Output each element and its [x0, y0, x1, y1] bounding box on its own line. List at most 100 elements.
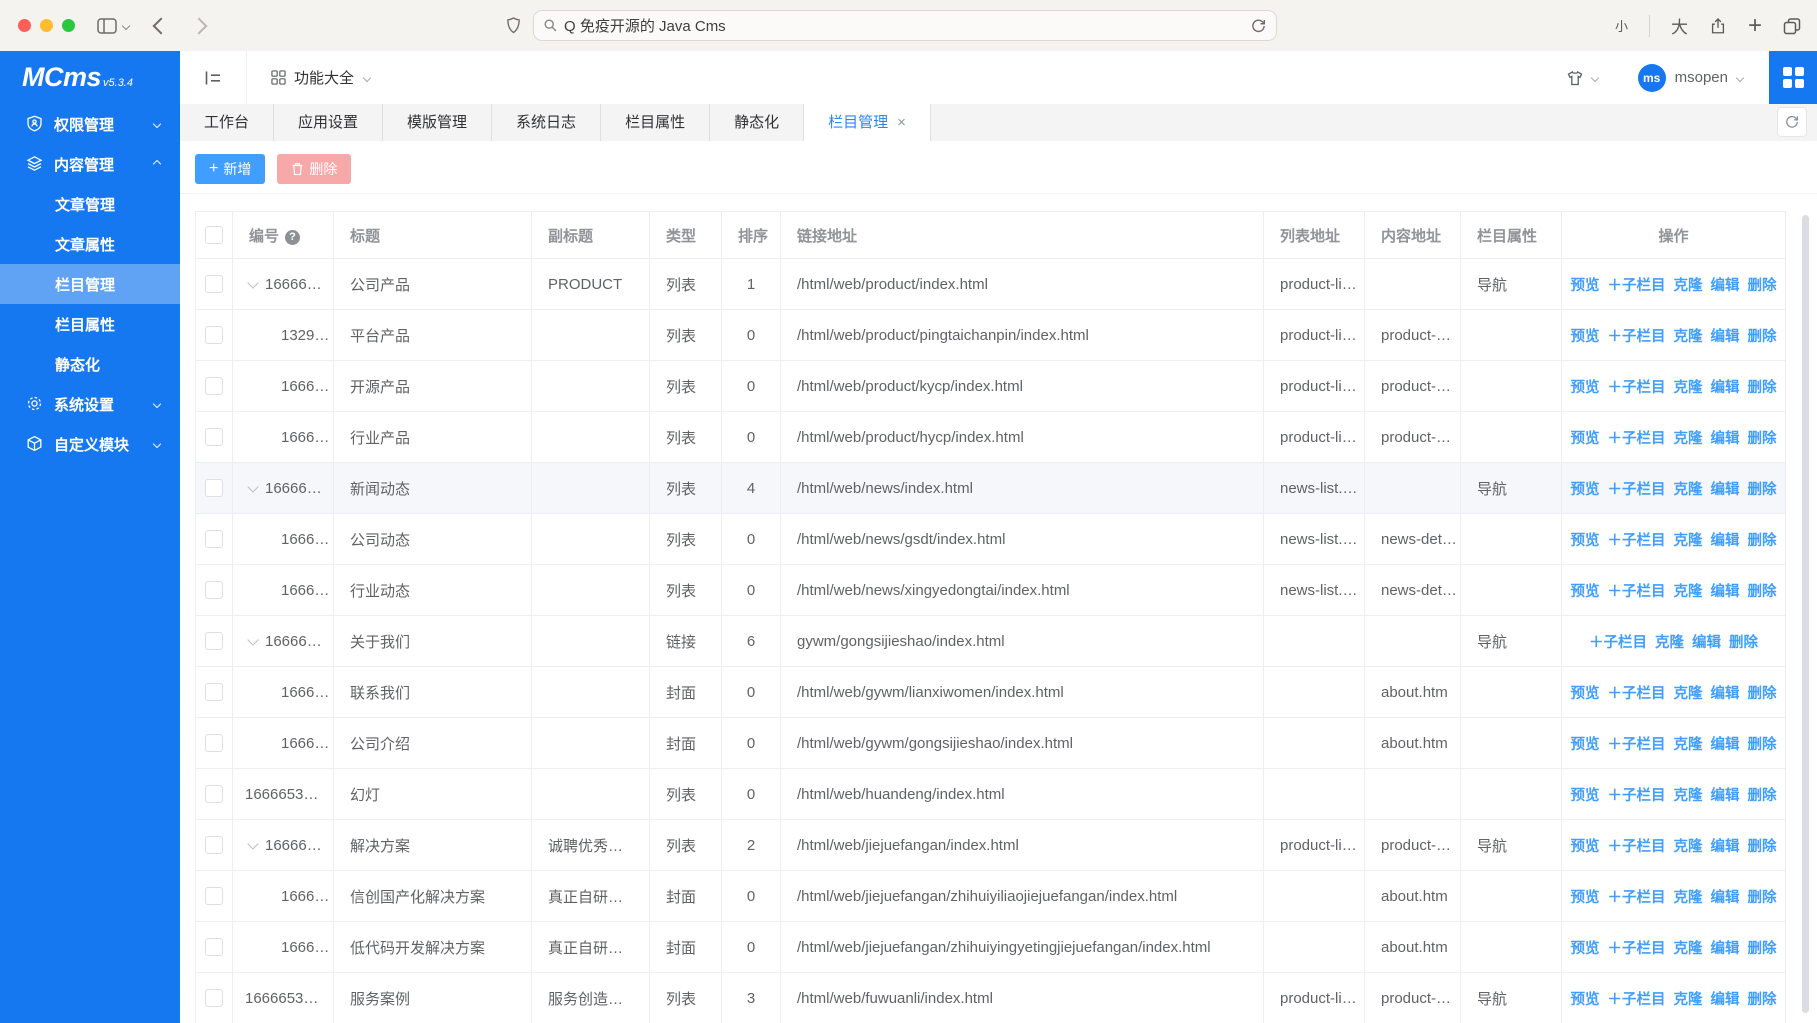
action-link[interactable]: 预览 — [1571, 584, 1600, 600]
row-checkbox[interactable] — [205, 275, 223, 293]
action-link[interactable]: 编辑 — [1711, 584, 1740, 600]
action-link[interactable]: ＋子栏目 — [1608, 941, 1666, 957]
close-window-button[interactable] — [18, 19, 31, 32]
action-link[interactable]: ＋子栏目 — [1608, 992, 1666, 1008]
sidebar-item-column-management[interactable]: 栏目管理 — [0, 264, 180, 304]
action-link[interactable]: ＋子栏目 — [1608, 482, 1666, 498]
action-link[interactable]: 预览 — [1571, 431, 1600, 447]
collapse-sidebar-button[interactable] — [180, 51, 247, 104]
action-link[interactable]: 预览 — [1571, 686, 1600, 702]
privacy-shield-icon[interactable] — [506, 17, 521, 34]
tab-item[interactable]: 栏目属性 — [601, 104, 710, 141]
sidebar-toggle-button[interactable] — [97, 18, 129, 34]
expand-chevron-icon[interactable] — [247, 481, 258, 492]
action-link[interactable]: ＋子栏目 — [1589, 635, 1647, 651]
action-link[interactable]: 预览 — [1571, 278, 1600, 294]
action-link[interactable]: ＋子栏目 — [1608, 278, 1666, 294]
action-link[interactable]: 克隆 — [1674, 482, 1703, 498]
action-link[interactable]: 预览 — [1571, 329, 1600, 345]
action-link[interactable]: 预览 — [1571, 482, 1600, 498]
action-link[interactable]: 编辑 — [1711, 737, 1740, 753]
action-link[interactable]: 删除 — [1748, 278, 1777, 294]
action-link[interactable]: 编辑 — [1711, 482, 1740, 498]
action-link[interactable]: 编辑 — [1711, 839, 1740, 855]
action-link[interactable]: ＋子栏目 — [1608, 788, 1666, 804]
row-checkbox[interactable] — [205, 938, 223, 956]
action-link[interactable]: 编辑 — [1711, 329, 1740, 345]
action-link[interactable]: ＋子栏目 — [1608, 380, 1666, 396]
action-link[interactable]: 克隆 — [1674, 839, 1703, 855]
action-link[interactable]: 预览 — [1571, 737, 1600, 753]
row-checkbox[interactable] — [205, 734, 223, 752]
tab-item[interactable]: 系统日志 — [492, 104, 601, 141]
row-checkbox[interactable] — [205, 581, 223, 599]
sidebar-item-custom-modules[interactable]: 自定义模块 — [0, 424, 180, 464]
help-icon[interactable]: ? — [285, 230, 300, 245]
action-link[interactable]: 删除 — [1748, 584, 1777, 600]
action-link[interactable]: 编辑 — [1711, 431, 1740, 447]
action-link[interactable]: 删除 — [1748, 380, 1777, 396]
minimize-window-button[interactable] — [40, 19, 53, 32]
action-link[interactable]: 删除 — [1748, 686, 1777, 702]
action-link[interactable]: ＋子栏目 — [1608, 584, 1666, 600]
apps-grid-button[interactable] — [1769, 51, 1817, 104]
action-link[interactable]: 预览 — [1571, 533, 1600, 549]
tab-item[interactable]: 模版管理 — [383, 104, 492, 141]
action-link[interactable]: 编辑 — [1711, 941, 1740, 957]
action-link[interactable]: 预览 — [1571, 380, 1600, 396]
action-link[interactable]: 删除 — [1748, 890, 1777, 906]
action-link[interactable]: 删除 — [1748, 431, 1777, 447]
table-scrollbar[interactable] — [1802, 215, 1809, 1013]
sidebar-item-article-attributes[interactable]: 文章属性 — [0, 224, 180, 264]
reload-icon[interactable] — [1251, 18, 1266, 34]
text-larger-button[interactable]: 大 — [1671, 13, 1688, 38]
sidebar-item-permissions[interactable]: 权限管理 — [0, 104, 180, 144]
forward-button[interactable] — [191, 17, 208, 34]
action-link[interactable]: 删除 — [1748, 941, 1777, 957]
action-link[interactable]: 克隆 — [1674, 941, 1703, 957]
action-link[interactable]: ＋子栏目 — [1608, 686, 1666, 702]
action-link[interactable]: 删除 — [1748, 788, 1777, 804]
expand-chevron-icon[interactable] — [247, 277, 258, 288]
row-checkbox[interactable] — [205, 326, 223, 344]
action-link[interactable]: 预览 — [1571, 890, 1600, 906]
action-link[interactable]: 编辑 — [1711, 788, 1740, 804]
sidebar-item-article-management[interactable]: 文章管理 — [0, 184, 180, 224]
action-link[interactable]: 编辑 — [1711, 278, 1740, 294]
app-menu-dropdown[interactable]: 功能大全 — [271, 67, 370, 88]
action-link[interactable]: ＋子栏目 — [1608, 890, 1666, 906]
action-link[interactable]: 删除 — [1748, 482, 1777, 498]
action-link[interactable]: 预览 — [1571, 941, 1600, 957]
action-link[interactable]: 预览 — [1571, 992, 1600, 1008]
row-checkbox[interactable] — [205, 428, 223, 446]
add-button[interactable]: + 新增 — [195, 154, 265, 184]
action-link[interactable]: 克隆 — [1674, 992, 1703, 1008]
fullscreen-window-button[interactable] — [62, 19, 75, 32]
share-icon[interactable] — [1709, 16, 1727, 36]
action-link[interactable]: 编辑 — [1711, 686, 1740, 702]
row-checkbox[interactable] — [205, 785, 223, 803]
sidebar-item-content[interactable]: 内容管理 — [0, 144, 180, 184]
delete-button[interactable]: 删除 — [277, 154, 351, 184]
new-tab-button[interactable]: + — [1748, 16, 1762, 36]
action-link[interactable]: 克隆 — [1674, 890, 1703, 906]
address-bar[interactable]: Q 免疫开源的 Java Cms — [533, 10, 1277, 41]
action-link[interactable]: 克隆 — [1674, 737, 1703, 753]
tab-item[interactable]: 静态化 — [710, 104, 804, 141]
action-link[interactable]: 克隆 — [1655, 635, 1684, 651]
sidebar-item-static-generation[interactable]: 静态化 — [0, 344, 180, 384]
theme-dropdown[interactable] — [1565, 69, 1598, 87]
row-checkbox[interactable] — [205, 479, 223, 497]
action-link[interactable]: 删除 — [1748, 992, 1777, 1008]
action-link[interactable]: ＋子栏目 — [1608, 737, 1666, 753]
select-all-checkbox[interactable] — [205, 226, 223, 244]
action-link[interactable]: 删除 — [1729, 635, 1758, 651]
row-checkbox[interactable] — [205, 683, 223, 701]
row-checkbox[interactable] — [205, 377, 223, 395]
tab-item[interactable]: 栏目管理× — [804, 104, 931, 141]
action-link[interactable]: 克隆 — [1674, 278, 1703, 294]
refresh-tabs-button[interactable] — [1777, 107, 1807, 137]
action-link[interactable]: ＋子栏目 — [1608, 533, 1666, 549]
sidebar-item-system-settings[interactable]: 系统设置 — [0, 384, 180, 424]
action-link[interactable]: 编辑 — [1711, 992, 1740, 1008]
